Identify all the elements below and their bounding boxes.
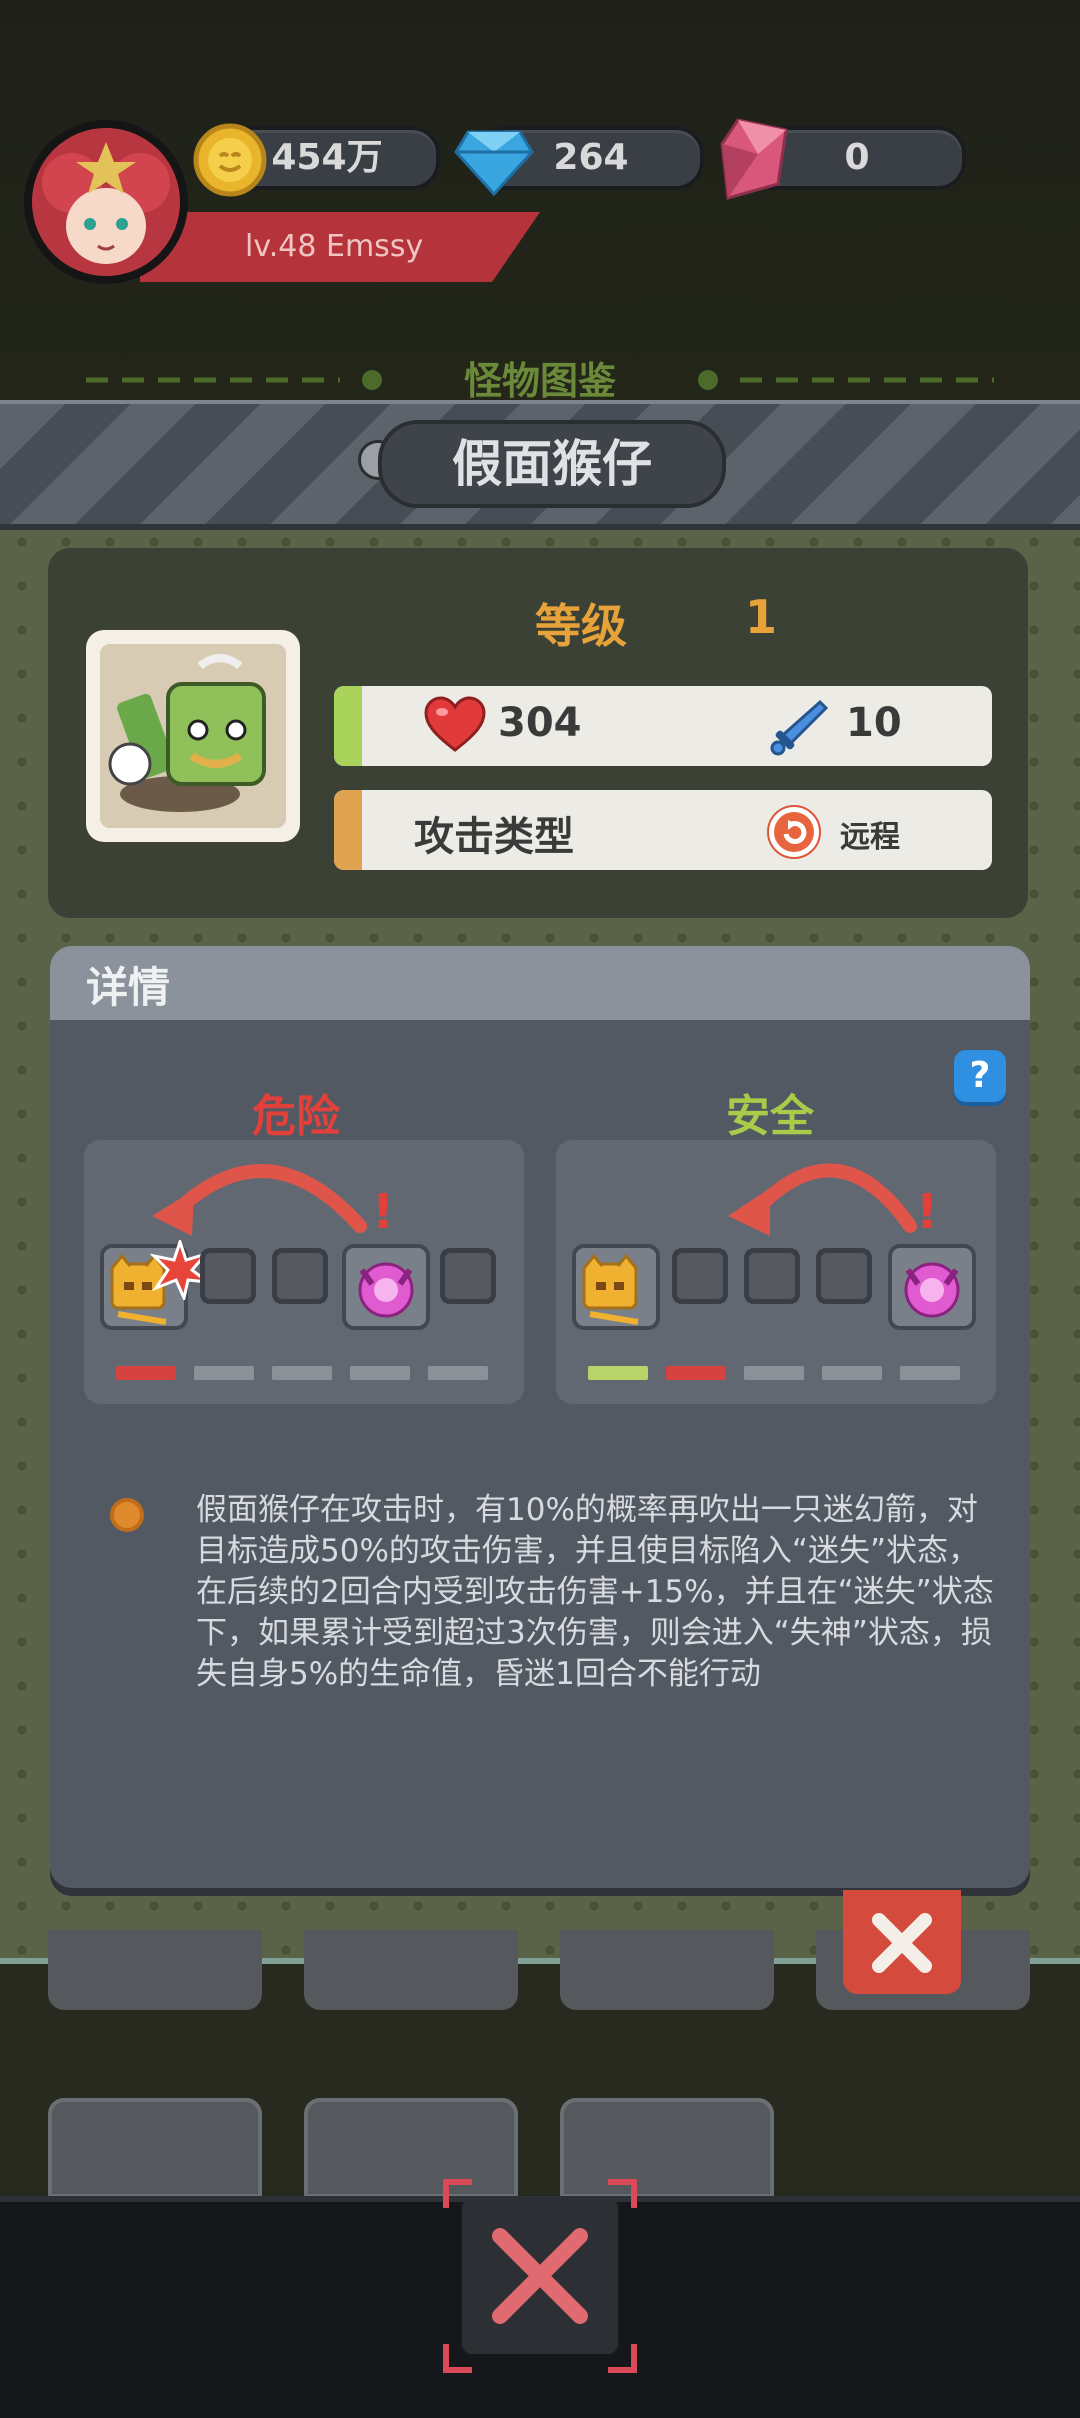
close-icon[interactable] [442, 2178, 638, 2374]
safe-alert: ! [916, 1184, 938, 1240]
grid-cell [672, 1248, 728, 1304]
safe-tick [900, 1366, 960, 1380]
heart-icon [424, 696, 486, 758]
danger-tick [428, 1366, 488, 1380]
help-icon[interactable]: ? [954, 1050, 1006, 1102]
attack-type-row: 攻击类型 远程 [334, 790, 992, 870]
grade-value: 1 [745, 590, 778, 644]
danger-tick [116, 1366, 176, 1380]
danger-tick [350, 1366, 410, 1380]
attack-type-label: 攻击类型 [414, 814, 574, 860]
safe-tick [588, 1366, 648, 1380]
monster-token [342, 1244, 430, 1330]
player-avatar[interactable] [24, 120, 188, 284]
section-title: 怪物图鉴 [463, 359, 616, 403]
details-title: 详情 [86, 963, 171, 1012]
stats-row-accent [334, 686, 362, 766]
safe-tick [822, 1366, 882, 1380]
close-tag-button[interactable] [843, 1890, 961, 1994]
attack-type-value: 远程 [840, 820, 900, 855]
monster-description: 假面猴仔在攻击时，有10%的概率再吹出一只迷幻箭，对目标造成50%的攻击伤害，并… [196, 1492, 994, 1692]
danger-tick [194, 1366, 254, 1380]
grade-label: 等级 [535, 599, 627, 653]
collection-slot[interactable] [48, 1930, 262, 2010]
danger-arrow [150, 1146, 380, 1240]
gem-icon [454, 124, 534, 200]
ranged-icon [766, 804, 822, 864]
collection-slot[interactable] [560, 1930, 774, 2010]
details-header [50, 946, 1030, 1020]
danger-label: 危险 [252, 1091, 340, 1142]
attack-type-accent [334, 790, 362, 870]
grid-cell [272, 1248, 328, 1304]
safe-tick [744, 1366, 804, 1380]
safe-tick [666, 1366, 726, 1380]
monster-token [888, 1244, 976, 1330]
danger-tick [272, 1366, 332, 1380]
sword-icon [768, 696, 830, 762]
grid-cell [744, 1248, 800, 1304]
grid-cell [200, 1248, 256, 1304]
attack-value: 10 [846, 700, 902, 746]
collection-slot[interactable] [304, 1930, 518, 2010]
grid-cell [816, 1248, 872, 1304]
details-panel [50, 946, 1030, 1888]
player-level-banner: lv.48 Emssy [140, 212, 540, 282]
hp-value: 304 [498, 700, 582, 746]
coin-icon [192, 122, 268, 202]
danger-alert: ! [372, 1184, 394, 1240]
safe-label: 安全 [726, 1091, 814, 1142]
collection-slot-locked[interactable] [48, 2098, 262, 2198]
safe-arrow [700, 1146, 930, 1240]
monster-name: 假面猴仔 [378, 420, 726, 508]
bullet-icon [110, 1498, 144, 1532]
grid-cell [440, 1248, 496, 1304]
player-token [572, 1244, 660, 1330]
stats-row: 304 10 [334, 686, 992, 766]
crystal-icon [718, 114, 790, 208]
monster-portrait [100, 644, 286, 828]
